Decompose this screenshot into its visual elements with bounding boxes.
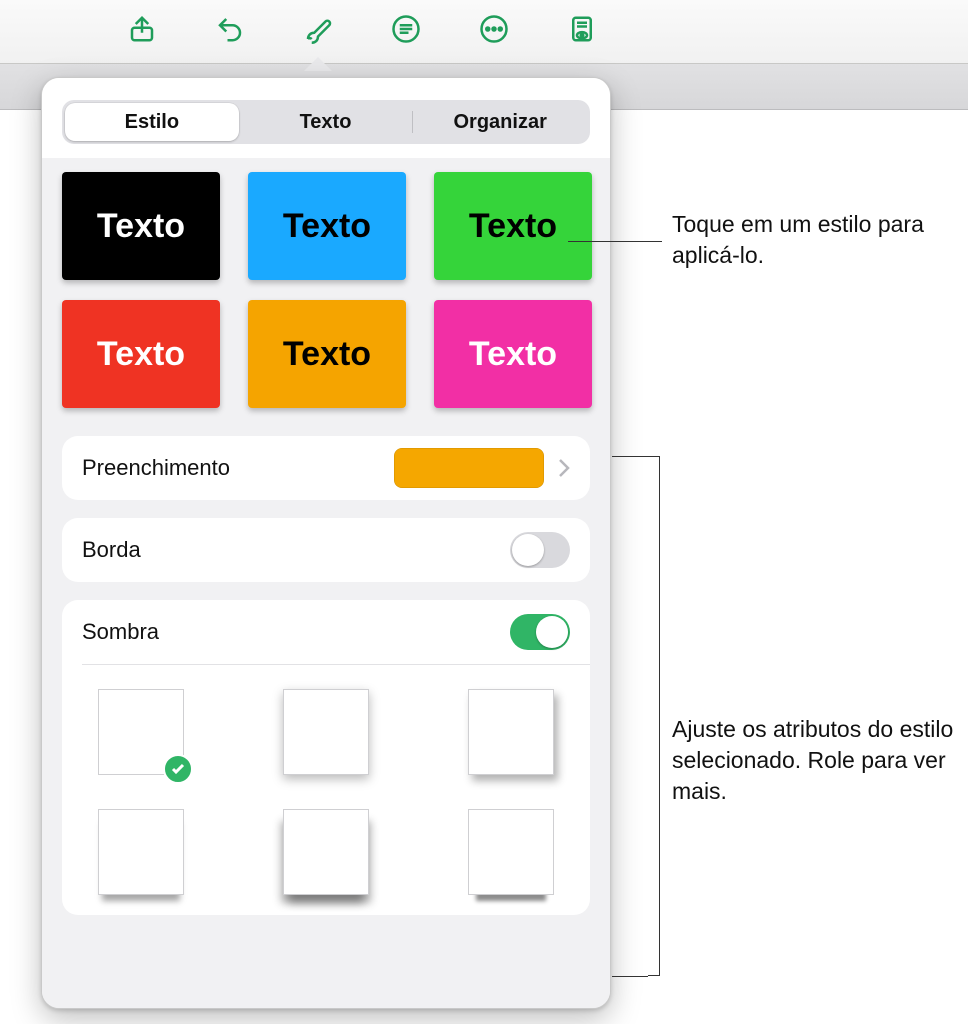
style-thumb-label: Texto	[469, 335, 557, 374]
more-icon	[479, 14, 509, 49]
tab-text-label: Texto	[300, 111, 352, 134]
chevron-right-icon	[558, 458, 570, 478]
shadow-preset-1[interactable]	[98, 689, 184, 775]
share-icon	[127, 14, 157, 49]
document-eye-icon	[567, 14, 597, 49]
style-thumb-label: Texto	[97, 207, 185, 246]
toggle-knob	[536, 616, 568, 648]
style-preset-blue[interactable]: Texto	[248, 172, 406, 280]
toggle-knob	[512, 534, 544, 566]
fill-card: Preenchimento	[62, 436, 590, 500]
border-row: Borda	[82, 518, 570, 582]
tab-arrange-label: Organizar	[454, 111, 547, 134]
format-button[interactable]	[296, 10, 340, 54]
style-panel-body[interactable]: Texto Texto Texto Texto Texto Texto Pree…	[42, 158, 610, 1008]
fill-label: Preenchimento	[82, 455, 394, 481]
border-toggle[interactable]	[510, 532, 570, 568]
callout-line	[612, 456, 648, 457]
share-button[interactable]	[120, 10, 164, 54]
paragraph-button[interactable]	[384, 10, 428, 54]
undo-icon	[215, 14, 245, 49]
format-inspector-popover: Estilo Texto Organizar Texto Texto Texto	[41, 77, 611, 1009]
shadow-label: Sombra	[82, 619, 510, 645]
undo-button[interactable]	[208, 10, 252, 54]
tab-style[interactable]: Estilo	[65, 103, 239, 141]
style-preset-green[interactable]: Texto	[434, 172, 592, 280]
shadow-preset-4[interactable]	[98, 809, 184, 895]
shadow-toggle[interactable]	[510, 614, 570, 650]
fill-color-swatch[interactable]	[394, 448, 544, 488]
callout-adjust-attrs: Ajuste os atributos do estilo selecionad…	[672, 714, 962, 807]
callout-line	[612, 976, 648, 977]
style-thumb-label: Texto	[97, 335, 185, 374]
tab-text[interactable]: Texto	[239, 103, 413, 141]
style-presets-grid: Texto Texto Texto Texto Texto Texto	[62, 172, 590, 408]
style-preset-red[interactable]: Texto	[62, 300, 220, 408]
fill-row[interactable]: Preenchimento	[82, 436, 570, 500]
style-thumb-label: Texto	[283, 335, 371, 374]
shadow-card: Sombra	[62, 600, 590, 915]
inspector-tabs: Estilo Texto Organizar	[62, 100, 590, 144]
presenter-notes-button[interactable]	[560, 10, 604, 54]
shadow-preset-2[interactable]	[283, 689, 369, 775]
shadow-row: Sombra	[82, 600, 570, 664]
inspector-tabs-wrap: Estilo Texto Organizar	[42, 78, 610, 158]
tab-style-label: Estilo	[125, 111, 179, 134]
paintbrush-icon	[303, 14, 333, 49]
selected-check-icon	[163, 754, 193, 784]
top-toolbar	[0, 0, 968, 64]
border-card: Borda	[62, 518, 590, 582]
style-thumb-label: Texto	[283, 207, 371, 246]
style-preset-pink[interactable]: Texto	[434, 300, 592, 408]
style-preset-orange[interactable]: Texto	[248, 300, 406, 408]
border-label: Borda	[82, 537, 510, 563]
tab-arrange[interactable]: Organizar	[413, 103, 587, 141]
shadow-presets-grid	[82, 665, 570, 895]
callout-line	[568, 241, 662, 242]
popover-arrow	[304, 57, 332, 71]
paragraph-icon	[391, 14, 421, 49]
shadow-preset-5[interactable]	[283, 809, 369, 895]
shadow-preset-3[interactable]	[468, 689, 554, 775]
style-preset-black[interactable]: Texto	[62, 172, 220, 280]
callout-bracket	[648, 456, 660, 976]
shadow-preset-6[interactable]	[468, 809, 554, 895]
style-thumb-label: Texto	[469, 207, 557, 246]
more-button[interactable]	[472, 10, 516, 54]
callout-apply-style: Toque em um estilo para aplicá-lo.	[672, 209, 952, 271]
